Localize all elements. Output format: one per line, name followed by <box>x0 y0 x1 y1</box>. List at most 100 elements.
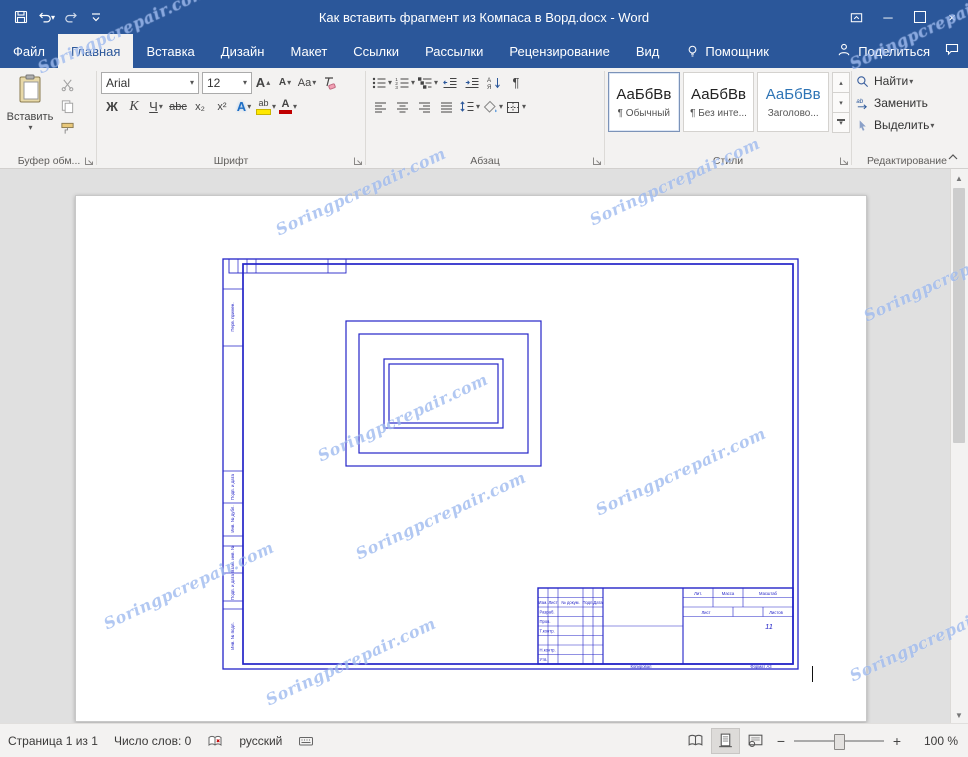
web-layout-button[interactable] <box>742 729 769 753</box>
styles-gallery-expand-icon[interactable]: ▾ <box>832 113 850 133</box>
styles-scroll-down-icon[interactable]: ▾ <box>832 93 850 113</box>
share-button[interactable]: Поделиться <box>836 42 930 61</box>
minimize-button[interactable]: ─ <box>872 0 904 34</box>
style-heading1[interactable]: АаБбВв Заголово... <box>757 72 829 132</box>
multilevel-list-icon[interactable]: ▾ <box>417 72 438 93</box>
subscript-button[interactable]: x₂ <box>190 96 210 117</box>
svg-text:Изм.: Изм. <box>539 600 548 605</box>
font-name-combo[interactable]: Arial ▾ <box>101 72 199 94</box>
justify-icon[interactable] <box>437 96 457 117</box>
show-paragraph-marks-button[interactable]: ¶ <box>506 72 526 93</box>
format-painter-icon[interactable] <box>55 117 79 139</box>
scroll-up-icon[interactable]: ▲ <box>951 170 967 186</box>
vertical-scrollbar[interactable]: ▲ ▼ <box>950 169 968 724</box>
print-layout-button[interactable] <box>711 728 740 754</box>
undo-icon[interactable]: ▾ <box>35 6 57 28</box>
zoom-slider-thumb[interactable] <box>834 734 845 750</box>
redo-icon[interactable] <box>60 6 82 28</box>
grow-font-button[interactable]: А▴ <box>253 72 273 93</box>
font-size-combo[interactable]: 12 ▾ <box>202 72 252 94</box>
paragraph-dialog-launcher-icon[interactable] <box>591 154 603 166</box>
close-button[interactable]: × <box>936 0 968 34</box>
styles-dialog-launcher-icon[interactable] <box>838 154 850 166</box>
tab-assistant[interactable]: Помощник <box>672 34 782 68</box>
tab-review[interactable]: Рецензирование <box>496 34 622 68</box>
ribbon-display-options-icon[interactable] <box>840 0 872 34</box>
status-word-count[interactable]: Число слов: 0 <box>106 734 199 748</box>
title-bar: ▾ Как вставить фрагмент из Компаса в Вор… <box>0 0 968 34</box>
tab-home[interactable]: Главная <box>58 34 133 68</box>
borders-icon[interactable]: ▾ <box>505 96 526 117</box>
line-spacing-icon[interactable]: ▾ <box>459 96 480 117</box>
align-center-icon[interactable] <box>393 96 413 117</box>
comments-icon[interactable] <box>944 41 960 62</box>
zoom-level[interactable]: 100 % <box>908 734 958 748</box>
tab-layout[interactable]: Макет <box>277 34 340 68</box>
scroll-down-icon[interactable]: ▼ <box>951 707 967 723</box>
tab-mailings[interactable]: Рассылки <box>412 34 496 68</box>
find-button[interactable]: Найти ▾ <box>855 70 959 92</box>
svg-text:Масса: Масса <box>722 591 735 596</box>
paste-button[interactable]: Вставить ▾ <box>5 70 55 139</box>
svg-text:Пров.: Пров. <box>540 619 551 624</box>
svg-text:Перв. примен.: Перв. примен. <box>230 302 235 331</box>
save-icon[interactable] <box>10 6 32 28</box>
decrease-indent-icon[interactable] <box>440 72 460 93</box>
style-normal[interactable]: АаБбВв ¶ Обычный <box>608 72 680 132</box>
tab-references[interactable]: Ссылки <box>340 34 412 68</box>
cut-icon[interactable] <box>55 73 79 95</box>
sort-icon[interactable]: А Я <box>484 72 504 93</box>
svg-text:Я: Я <box>487 84 491 91</box>
document-page[interactable]: Перв. примен. Подп. и дата Инв. № дубл. … <box>75 195 867 722</box>
font-dialog-launcher-icon[interactable] <box>352 154 364 166</box>
font-color-button[interactable]: А ▾ <box>278 96 298 117</box>
select-button[interactable]: Выделить ▾ <box>855 114 959 136</box>
replace-button[interactable]: ab Заменить <box>855 92 959 114</box>
highlight-color-button[interactable]: ab ▾ <box>256 96 276 117</box>
underline-button[interactable]: Ч▾ <box>146 96 166 117</box>
tab-design[interactable]: Дизайн <box>208 34 278 68</box>
styles-scroll-up-icon[interactable]: ▴ <box>832 72 850 93</box>
shrink-font-button[interactable]: А▾ <box>275 72 295 93</box>
kompas-drawing-object[interactable]: Перв. примен. Подп. и дата Инв. № дубл. … <box>76 196 866 721</box>
increase-indent-icon[interactable] <box>462 72 482 93</box>
italic-button[interactable]: К <box>124 96 144 117</box>
keyboard-icon[interactable] <box>290 733 322 749</box>
read-mode-button[interactable] <box>682 729 709 753</box>
styles-group: АаБбВв ¶ Обычный АаБбВв ¶ Без инте... Аа… <box>605 68 851 168</box>
window-title: Как вставить фрагмент из Компаса в Ворд.… <box>0 10 968 25</box>
align-left-icon[interactable] <box>371 96 391 117</box>
tab-insert[interactable]: Вставка <box>133 34 207 68</box>
zoom-in-button[interactable]: + <box>886 730 908 752</box>
replace-icon: ab <box>855 96 870 111</box>
clipboard-dialog-launcher-icon[interactable] <box>83 154 95 166</box>
status-language[interactable]: русский <box>231 734 290 748</box>
shading-icon[interactable]: ▾ <box>482 96 503 117</box>
text-effects-button[interactable]: А▾ <box>234 96 254 117</box>
copy-icon[interactable] <box>55 95 79 117</box>
strikethrough-button[interactable]: abc <box>168 96 188 117</box>
find-label: Найти <box>874 74 908 88</box>
customize-qat-icon[interactable] <box>85 6 107 28</box>
clear-formatting-icon[interactable] <box>319 72 339 93</box>
maximize-button[interactable] <box>904 0 936 34</box>
proofing-status-icon[interactable] <box>199 733 231 749</box>
tab-file[interactable]: Файл <box>0 34 58 68</box>
zoom-out-button[interactable]: − <box>770 730 792 752</box>
status-page-count[interactable]: Страница 1 из 1 <box>0 734 106 748</box>
bullets-icon[interactable]: ▾ <box>371 72 392 93</box>
change-case-button[interactable]: Аа▾ <box>297 72 317 93</box>
tab-view[interactable]: Вид <box>623 34 673 68</box>
bold-button[interactable]: Ж <box>102 96 122 117</box>
select-label: Выделить <box>874 118 929 132</box>
style-no-spacing[interactable]: АаБбВв ¶ Без инте... <box>683 72 755 132</box>
ribbon: Вставить ▾ <box>0 68 968 169</box>
svg-text:Листов: Листов <box>769 610 783 615</box>
align-right-icon[interactable] <box>415 96 435 117</box>
collapse-ribbon-icon[interactable] <box>946 150 962 164</box>
undo-caret-icon[interactable]: ▾ <box>51 13 55 22</box>
numbering-icon[interactable]: 1 2 3 ▾ <box>394 72 415 93</box>
superscript-button[interactable]: x² <box>212 96 232 117</box>
scrollbar-thumb[interactable] <box>953 188 965 443</box>
zoom-slider[interactable] <box>794 731 884 751</box>
